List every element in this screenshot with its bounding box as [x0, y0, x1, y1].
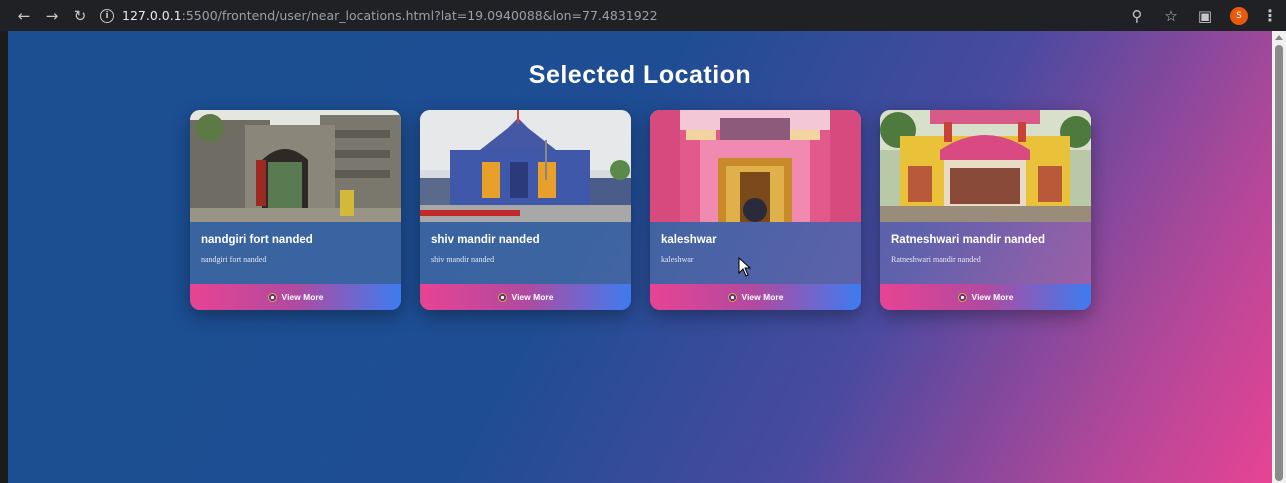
view-more-button[interactable]: View More — [420, 284, 631, 310]
page-viewport: Selected Location nandgiri fort nanded n… — [8, 31, 1272, 483]
address-bar[interactable]: i 127.0.0.1:5500/frontend/user/near_loca… — [100, 4, 658, 28]
card-title: kaleshwar — [661, 234, 717, 246]
eye-icon — [727, 292, 737, 302]
eye-icon — [497, 292, 507, 302]
view-more-label: View More — [971, 292, 1014, 302]
eye-icon — [267, 292, 277, 302]
location-image — [650, 110, 861, 222]
card-description: Ratneshwari mandir nanded — [891, 255, 981, 264]
zoom-icon[interactable]: ⚲ — [1120, 2, 1154, 30]
card-description: shiv mandir nanded — [431, 255, 495, 264]
view-more-label: View More — [741, 292, 784, 302]
card-title: Ratneshwari mandir nanded — [891, 234, 1046, 246]
url-host: 127.0.0.1 — [122, 8, 182, 23]
back-arrow-icon[interactable]: ← — [10, 2, 38, 30]
card-title: shiv mandir nanded — [431, 234, 540, 246]
bookmark-star-icon[interactable]: ☆ — [1154, 2, 1188, 30]
location-image — [190, 110, 401, 222]
reload-icon[interactable]: ↻ — [66, 2, 94, 30]
url-path: :5500/frontend/user/near_locations.html?… — [181, 8, 658, 23]
card-description: kaleshwar — [661, 255, 694, 264]
site-info-icon[interactable]: i — [100, 8, 114, 23]
page-title: Selected Location — [528, 61, 752, 89]
forward-arrow-icon[interactable]: → — [38, 2, 66, 30]
view-more-label: View More — [281, 292, 324, 302]
scroll-up-arrow-icon[interactable] — [1275, 35, 1283, 40]
browser-menu-icon[interactable]: ⋮ — [1258, 6, 1282, 25]
location-image — [880, 110, 1091, 222]
location-cards: nandgiri fort nanded nandgiri fort nande… — [190, 110, 1091, 310]
card-description: nandgiri fort nanded — [201, 255, 267, 264]
scrollbar-thumb[interactable] — [1275, 45, 1283, 481]
view-more-label: View More — [511, 292, 554, 302]
eye-icon — [957, 292, 967, 302]
profile-avatar[interactable]: S — [1230, 6, 1248, 25]
view-more-button[interactable]: View More — [880, 284, 1091, 310]
view-more-button[interactable]: View More — [650, 284, 861, 310]
location-image — [420, 110, 631, 222]
mouse-cursor-icon — [738, 257, 752, 277]
view-more-button[interactable]: View More — [190, 284, 401, 310]
card-title: nandgiri fort nanded — [201, 234, 313, 246]
browser-toolbar: ← → ↻ i 127.0.0.1:5500/frontend/user/nea… — [0, 0, 1286, 31]
location-card: kaleshwar kaleshwar View More — [650, 110, 861, 310]
location-card: Ratneshwari mandir nanded Ratneshwari ma… — [880, 110, 1091, 310]
location-card: shiv mandir nanded shiv mandir nanded Vi… — [420, 110, 631, 310]
extensions-icon[interactable]: ▣ — [1188, 2, 1222, 30]
vertical-scrollbar[interactable] — [1272, 31, 1286, 483]
location-card: nandgiri fort nanded nandgiri fort nande… — [190, 110, 401, 310]
